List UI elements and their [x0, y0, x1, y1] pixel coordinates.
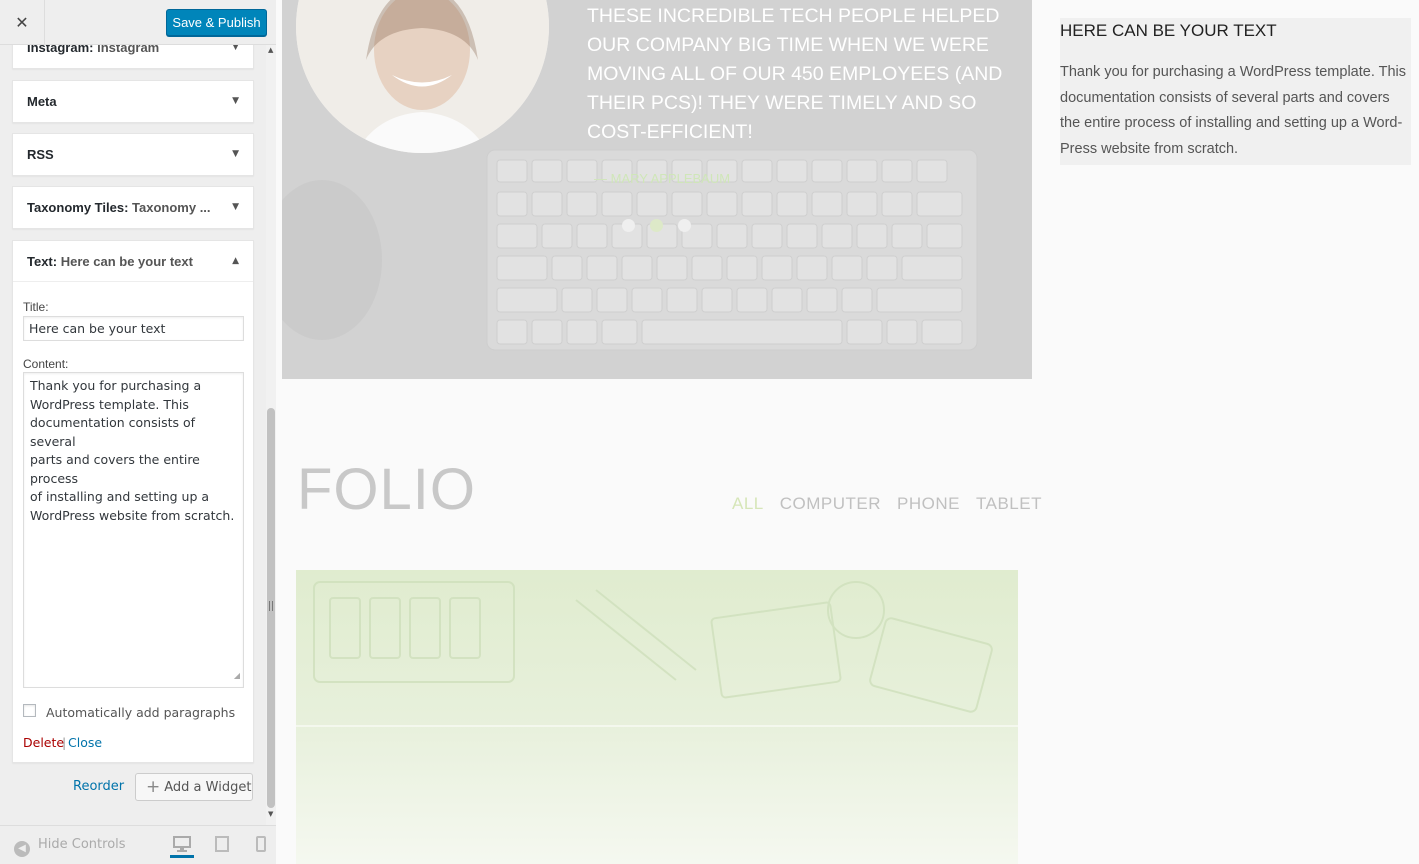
- title-input[interactable]: Here can be your text: [23, 316, 244, 341]
- widget-header[interactable]: RSS ▼: [13, 134, 253, 175]
- widget-type-label: RSS: [27, 147, 54, 162]
- auto-paragraphs-checkbox[interactable]: [23, 704, 36, 717]
- portfolio-image[interactable]: [296, 570, 1018, 864]
- panel-header: ✕ Save & Publish: [0, 0, 276, 45]
- expand-arrow-icon[interactable]: ▼: [232, 81, 239, 122]
- widget-text[interactable]: Text: Here can be your text ▲ Title: Her…: [12, 240, 254, 763]
- panel-resize-grip-icon[interactable]: [269, 601, 273, 611]
- slider-dot-1[interactable]: [622, 219, 635, 232]
- testimonial-author: — Mary Applebaum: [594, 171, 731, 186]
- scroll-up-icon[interactable]: ▲: [268, 46, 273, 54]
- hide-controls-button[interactable]: ◀ Hide Controls: [14, 837, 126, 857]
- widget-meta[interactable]: Meta ▼: [12, 80, 254, 123]
- collapse-circle-icon: ◀: [14, 841, 30, 857]
- preview-sidebar: Here can be your text Thank you for purc…: [1047, 0, 1419, 864]
- customizer-panel: ✕ Save & Publish Instagram: Instagram ▼ …: [0, 0, 276, 864]
- filter-phone[interactable]: PHONE: [897, 494, 960, 513]
- sidebar-widget-title: Here can be your text: [1060, 21, 1277, 40]
- add-widget-label: Add a Widget: [164, 780, 252, 795]
- testimonial-quote: These incredible tech people helped our …: [587, 5, 1003, 143]
- auto-paragraphs-label: Automatically add paragraphs: [46, 705, 236, 720]
- widget-taxonomy-tiles[interactable]: Taxonomy Tiles: Taxonomy ... ▼: [12, 186, 254, 229]
- folio-heading: FOLIO: [297, 457, 477, 522]
- widget-title-label: Here can be your text: [60, 254, 193, 269]
- close-customizer-icon[interactable]: ✕: [0, 0, 45, 45]
- link-separator: |: [62, 735, 67, 750]
- scroll-down-icon[interactable]: ▼: [268, 810, 273, 818]
- save-publish-button[interactable]: Save & Publish: [166, 9, 267, 36]
- widget-header[interactable]: Text: Here can be your text ▲: [13, 241, 253, 282]
- widget-type-label: Text: [27, 254, 53, 269]
- widget-header[interactable]: Instagram: Instagram ▼: [13, 45, 253, 68]
- resize-handle-icon[interactable]: ◢: [234, 667, 240, 686]
- delete-link[interactable]: Delete: [23, 735, 64, 750]
- widget-type-label: Taxonomy Tiles: [27, 200, 125, 215]
- panel-footer: ◀ Hide Controls: [0, 825, 276, 864]
- widget-type-label: Instagram: [27, 45, 90, 55]
- slider-dot-2-active[interactable]: [650, 219, 663, 232]
- title-label: Title:: [23, 300, 49, 314]
- testimonial-section: These incredible tech people helped our …: [282, 0, 1032, 379]
- hide-controls-label: Hide Controls: [38, 837, 126, 852]
- tablet-preview-icon[interactable]: [210, 834, 234, 858]
- widget-title-label: Taxonomy ...: [132, 200, 211, 215]
- slider-dot-3[interactable]: [678, 219, 691, 232]
- widget-rss[interactable]: RSS ▼: [12, 133, 254, 176]
- plus-icon: +: [146, 777, 161, 797]
- widgets-list: Instagram: Instagram ▼ Meta ▼ RSS ▼ Taxo…: [0, 45, 266, 825]
- widget-header[interactable]: Meta ▼: [13, 81, 253, 122]
- portfolio-filters: ALL COMPUTER PHONE TABLET: [716, 494, 1042, 514]
- close-link[interactable]: Close: [68, 735, 102, 750]
- expand-arrow-icon[interactable]: ▼: [232, 45, 239, 68]
- filter-tablet[interactable]: TABLET: [976, 494, 1042, 513]
- sidebar-widget-text: Thank you for purchasing a WordPress tem…: [1060, 64, 1407, 158]
- widget-instagram[interactable]: Instagram: Instagram ▼: [12, 45, 254, 69]
- text-widget-form: Title: Here can be your text Content: Th…: [13, 282, 253, 762]
- filter-all[interactable]: ALL: [732, 494, 764, 513]
- widget-type-label: Meta: [27, 94, 57, 109]
- collapse-arrow-icon[interactable]: ▲: [232, 241, 239, 281]
- content-label: Content:: [23, 357, 69, 371]
- mobile-preview-icon[interactable]: [249, 834, 273, 858]
- widget-title-label: Instagram: [97, 45, 160, 55]
- expand-arrow-icon[interactable]: ▼: [232, 134, 239, 175]
- desktop-preview-icon[interactable]: [170, 834, 194, 858]
- site-preview: These incredible tech people helped our …: [276, 0, 1419, 864]
- add-widget-button[interactable]: + Add a Widget: [135, 773, 253, 801]
- content-textarea[interactable]: Thank you for purchasing a WordPress tem…: [23, 372, 244, 688]
- content-text: Thank you for purchasing a WordPress tem…: [30, 378, 235, 523]
- widget-header[interactable]: Taxonomy Tiles: Taxonomy ... ▼: [13, 187, 253, 228]
- filter-computer[interactable]: COMPUTER: [780, 494, 881, 513]
- customizer-window: ✕ Save & Publish Instagram: Instagram ▼ …: [0, 0, 1419, 864]
- expand-arrow-icon[interactable]: ▼: [232, 187, 239, 228]
- reorder-link[interactable]: Reorder: [73, 779, 124, 794]
